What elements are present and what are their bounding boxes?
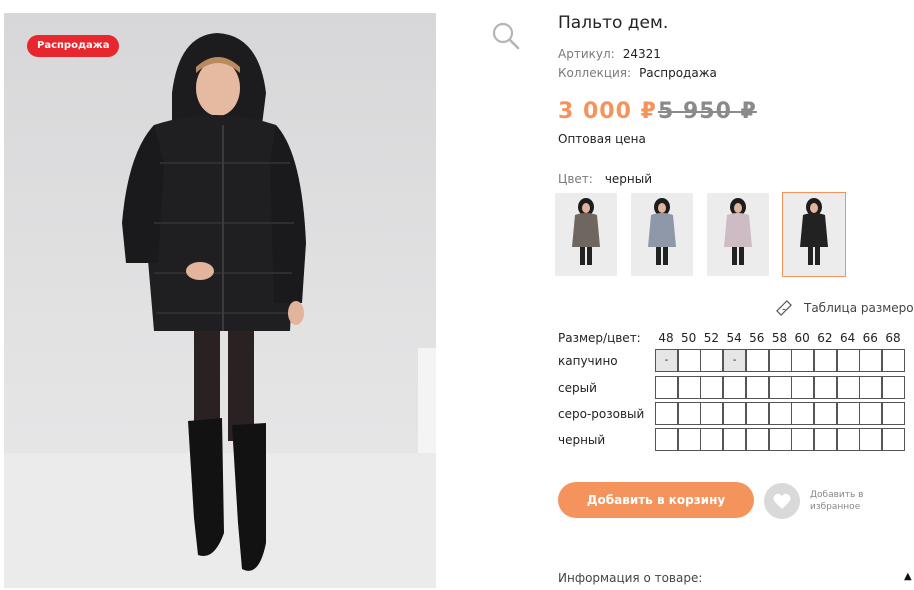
product-photo[interactable]: Распродажа bbox=[4, 13, 436, 588]
article-value: 24321 bbox=[622, 47, 661, 61]
size-quantity-cell[interactable] bbox=[768, 376, 792, 399]
article-label: Артикул: bbox=[558, 47, 615, 61]
favorite-label-line1: Добавить в bbox=[810, 490, 864, 500]
size-quantity-cell[interactable] bbox=[745, 428, 769, 451]
collection-row: Коллекция: Распродажа bbox=[558, 66, 717, 80]
size-quantity-cell[interactable] bbox=[768, 402, 792, 425]
size-quantity-cell[interactable] bbox=[791, 349, 815, 372]
size-quantity-cell[interactable] bbox=[813, 428, 837, 451]
size-quantity-cell[interactable] bbox=[859, 402, 883, 425]
collection-value: Распродажа bbox=[639, 66, 717, 80]
color-thumbnail[interactable] bbox=[631, 193, 693, 276]
size-quantity-cell[interactable] bbox=[836, 402, 860, 425]
color-value: черный bbox=[604, 172, 653, 186]
price-note: Оптовая цена bbox=[558, 132, 646, 146]
size-quantity-cell[interactable] bbox=[768, 349, 792, 372]
size-quantity-cell[interactable] bbox=[677, 428, 701, 451]
size-quantity-cell[interactable] bbox=[813, 402, 837, 425]
size-grid-header: Размер/цвет: bbox=[558, 331, 641, 345]
size-table-link[interactable]: Таблица размеров bbox=[776, 301, 914, 315]
collapse-arrow-icon[interactable]: ▲ bbox=[904, 571, 912, 582]
color-thumbnail[interactable] bbox=[707, 193, 769, 276]
size-quantity-cell[interactable] bbox=[655, 402, 678, 425]
color-thumbnail[interactable] bbox=[782, 192, 846, 277]
size-quantity-cell[interactable] bbox=[882, 349, 905, 372]
coat-thumbnail-image bbox=[783, 193, 845, 276]
size-quantity-cell[interactable] bbox=[791, 428, 815, 451]
size-quantity-cell[interactable] bbox=[791, 376, 815, 399]
size-label: 62 bbox=[817, 331, 833, 345]
color-row: Цвет: черный bbox=[558, 172, 652, 186]
collection-label: Коллекция: bbox=[558, 66, 632, 80]
size-quantity-cell[interactable] bbox=[723, 402, 747, 425]
size-quantity-cell[interactable] bbox=[700, 402, 724, 425]
article-row: Артикул: 24321 bbox=[558, 47, 661, 61]
size-quantity-cell[interactable] bbox=[723, 376, 747, 399]
size-quantity-cell[interactable] bbox=[882, 376, 905, 399]
size-label: 64 bbox=[839, 331, 856, 345]
size-label: 54 bbox=[726, 331, 742, 345]
size-quantity-cell[interactable] bbox=[859, 376, 883, 399]
coat-thumbnail-image bbox=[707, 193, 769, 276]
size-quantity-cell: - bbox=[655, 349, 678, 372]
coat-thumbnail-image bbox=[555, 193, 617, 276]
color-label: Цвет: bbox=[558, 172, 593, 186]
size-quantity-cell[interactable] bbox=[655, 376, 678, 399]
size-quantity-cell[interactable] bbox=[677, 376, 701, 399]
size-table-label: Таблица размеров bbox=[804, 301, 914, 315]
sale-badge: Распродажа bbox=[27, 35, 120, 57]
size-quantity-cell[interactable] bbox=[836, 428, 860, 451]
size-grid-row-label: серо-розовый bbox=[558, 407, 645, 421]
size-quantity-cell[interactable] bbox=[768, 428, 792, 451]
size-quantity-cell[interactable] bbox=[723, 428, 747, 451]
size-quantity-cell[interactable] bbox=[745, 402, 769, 425]
current-price: 3 000 ₽ bbox=[558, 99, 657, 124]
zoom-icon[interactable] bbox=[492, 22, 520, 50]
color-thumbnails bbox=[555, 192, 858, 277]
size-quantity-cell[interactable] bbox=[882, 428, 905, 451]
size-quantity-cell[interactable] bbox=[655, 428, 678, 451]
size-quantity-cell[interactable] bbox=[813, 376, 837, 399]
size-quantity-cell[interactable] bbox=[836, 376, 860, 399]
size-label: 60 bbox=[794, 331, 810, 345]
size-quantity-cell[interactable] bbox=[700, 376, 724, 399]
size-label: 56 bbox=[749, 331, 765, 345]
coat-thumbnail-image bbox=[631, 193, 693, 276]
size-label: 58 bbox=[771, 331, 788, 345]
size-quantity-cell[interactable] bbox=[745, 376, 769, 399]
size-label: 68 bbox=[885, 331, 901, 345]
size-quantity-cell[interactable] bbox=[700, 428, 724, 451]
size-label: 52 bbox=[703, 331, 720, 345]
size-quantity-cell[interactable] bbox=[745, 349, 769, 372]
size-quantity-cell[interactable] bbox=[791, 402, 815, 425]
size-quantity-cell[interactable] bbox=[813, 349, 837, 372]
size-grid-row-label: серый bbox=[558, 381, 597, 395]
size-quantity-cell[interactable] bbox=[882, 402, 905, 425]
size-quantity-cell[interactable] bbox=[677, 349, 701, 372]
size-grid-row-label: капучино bbox=[558, 354, 618, 368]
favorite-label: Добавить в избранное bbox=[810, 489, 890, 513]
size-quantity-cell: - bbox=[723, 349, 747, 372]
size-label: 48 bbox=[658, 331, 674, 345]
size-quantity-cell[interactable] bbox=[700, 349, 724, 372]
old-price: 5 950 ₽ bbox=[658, 99, 757, 124]
product-title: Пальто дем. bbox=[558, 13, 669, 33]
add-to-cart-button[interactable]: Добавить в корзину bbox=[558, 482, 754, 518]
heart-icon bbox=[773, 493, 791, 509]
favorite-label-line2: избранное bbox=[810, 502, 861, 512]
size-label: 66 bbox=[862, 331, 878, 345]
size-label: 50 bbox=[681, 331, 697, 345]
size-quantity-cell[interactable] bbox=[859, 349, 883, 372]
color-thumbnail[interactable] bbox=[555, 193, 617, 276]
size-grid-row-label: черный bbox=[558, 433, 606, 447]
size-quantity-cell[interactable] bbox=[836, 349, 860, 372]
size-quantity-cell[interactable] bbox=[677, 402, 701, 425]
favorite-button[interactable] bbox=[764, 483, 800, 519]
size-quantity-cell[interactable] bbox=[859, 428, 883, 451]
product-photo-illustration bbox=[4, 33, 436, 588]
product-info-toggle[interactable]: Информация о товаре: bbox=[558, 571, 702, 585]
